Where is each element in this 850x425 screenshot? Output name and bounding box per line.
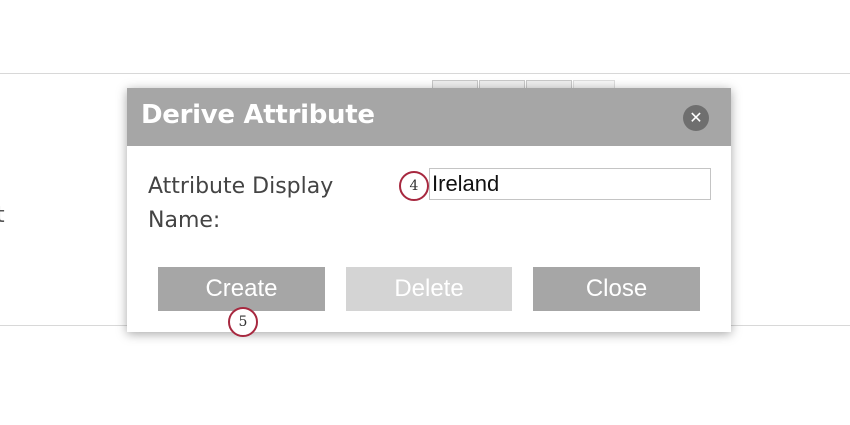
attribute-display-name-input[interactable] (429, 168, 711, 200)
step-marker-5: 5 (228, 307, 258, 337)
close-x-icon[interactable]: ✕ (683, 105, 709, 131)
background-text-fragment: t (0, 203, 5, 228)
create-button[interactable]: Create (158, 267, 325, 311)
delete-button[interactable]: Delete (346, 267, 512, 311)
step-marker-4: 4 (399, 171, 429, 201)
page-divider-top (0, 73, 850, 74)
dialog-header: Derive Attribute ✕ (127, 88, 731, 146)
derive-attribute-dialog: Derive Attribute ✕ Attribute Display Nam… (127, 88, 731, 332)
attribute-display-name-label: Attribute Display Name: (148, 174, 334, 233)
dialog-title: Derive Attribute (141, 100, 375, 130)
close-button[interactable]: Close (533, 267, 700, 311)
